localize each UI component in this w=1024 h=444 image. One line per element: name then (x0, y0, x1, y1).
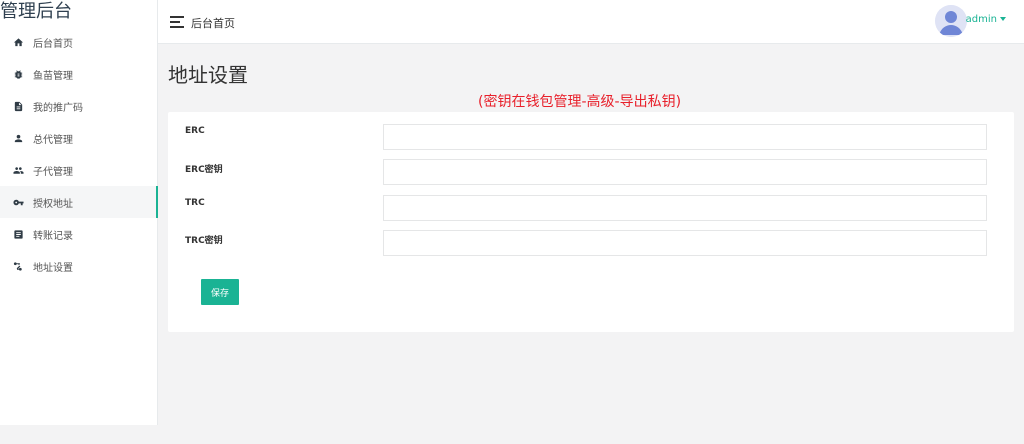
user-menu[interactable]: admin (966, 14, 1006, 25)
topbar: 后台首页 admin (158, 0, 1024, 44)
menu-toggle-icon[interactable] (170, 16, 184, 28)
sidebar: 管理后台 后台首页 鱼苗管理 我的推广码 总代管理 子代管理 授权地址 转账记录… (0, 0, 158, 444)
sidebar-panel: 管理后台 后台首页 鱼苗管理 我的推广码 总代管理 子代管理 授权地址 转账记录… (0, 0, 158, 425)
sidebar-item-fish[interactable]: 鱼苗管理 (0, 58, 158, 90)
home-icon (12, 36, 24, 48)
username: admin (965, 14, 997, 25)
sidebar-item-sub-agents[interactable]: 子代管理 (0, 154, 158, 186)
avatar[interactable] (935, 5, 967, 37)
sidebar-item-authorized-address[interactable]: 授权地址 (0, 186, 158, 218)
sidebar-item-label: 转账记录 (33, 230, 73, 242)
sidebar-item-label: 我的推广码 (33, 102, 83, 114)
sidebar-item-label: 授权地址 (33, 198, 73, 210)
save-button[interactable]: 保存 (201, 279, 239, 305)
address-form: ERC ERC密钥 TRC TRC密钥 保存 (168, 112, 1014, 332)
sidebar-item-label: 子代管理 (33, 166, 73, 178)
erc-label: ERC (185, 126, 205, 136)
sidebar-item-home[interactable]: 后台首页 (0, 26, 158, 58)
erc-key-label: ERC密钥 (185, 165, 223, 175)
sidebar-item-general-agents[interactable]: 总代管理 (0, 122, 158, 154)
document-icon (12, 100, 24, 112)
trc-key-label: TRC密钥 (185, 236, 223, 246)
keys-icon (12, 260, 24, 272)
key-icon (12, 196, 24, 208)
brand-title: 管理后台 (0, 1, 72, 22)
erc-key-input[interactable] (383, 159, 987, 185)
breadcrumb[interactable]: 后台首页 (191, 15, 235, 31)
sidebar-item-label: 后台首页 (33, 38, 73, 50)
people-icon (12, 164, 24, 176)
sidebar-item-transfer-records[interactable]: 转账记录 (0, 218, 158, 250)
sidebar-item-label: 鱼苗管理 (33, 70, 73, 82)
private-key-note: (密钥在钱包管理-高级-导出私钥) (478, 94, 682, 110)
sidebar-item-address-settings[interactable]: 地址设置 (0, 250, 158, 282)
trc-input[interactable] (383, 195, 987, 221)
caret-down-icon (1000, 17, 1006, 21)
person-icon (12, 132, 24, 144)
page-title: 地址设置 (168, 63, 248, 87)
sidebar-menu: 后台首页 鱼苗管理 我的推广码 总代管理 子代管理 授权地址 转账记录 地址设置 (0, 26, 158, 282)
sidebar-item-label: 总代管理 (33, 134, 73, 146)
sidebar-item-label: 地址设置 (33, 262, 73, 274)
user-avatar-icon (935, 5, 967, 37)
bug-icon (12, 68, 24, 80)
trc-label: TRC (185, 198, 205, 208)
sidebar-item-promo-code[interactable]: 我的推广码 (0, 90, 158, 122)
erc-input[interactable] (383, 124, 987, 150)
trc-key-input[interactable] (383, 230, 987, 256)
list-icon (12, 228, 24, 240)
